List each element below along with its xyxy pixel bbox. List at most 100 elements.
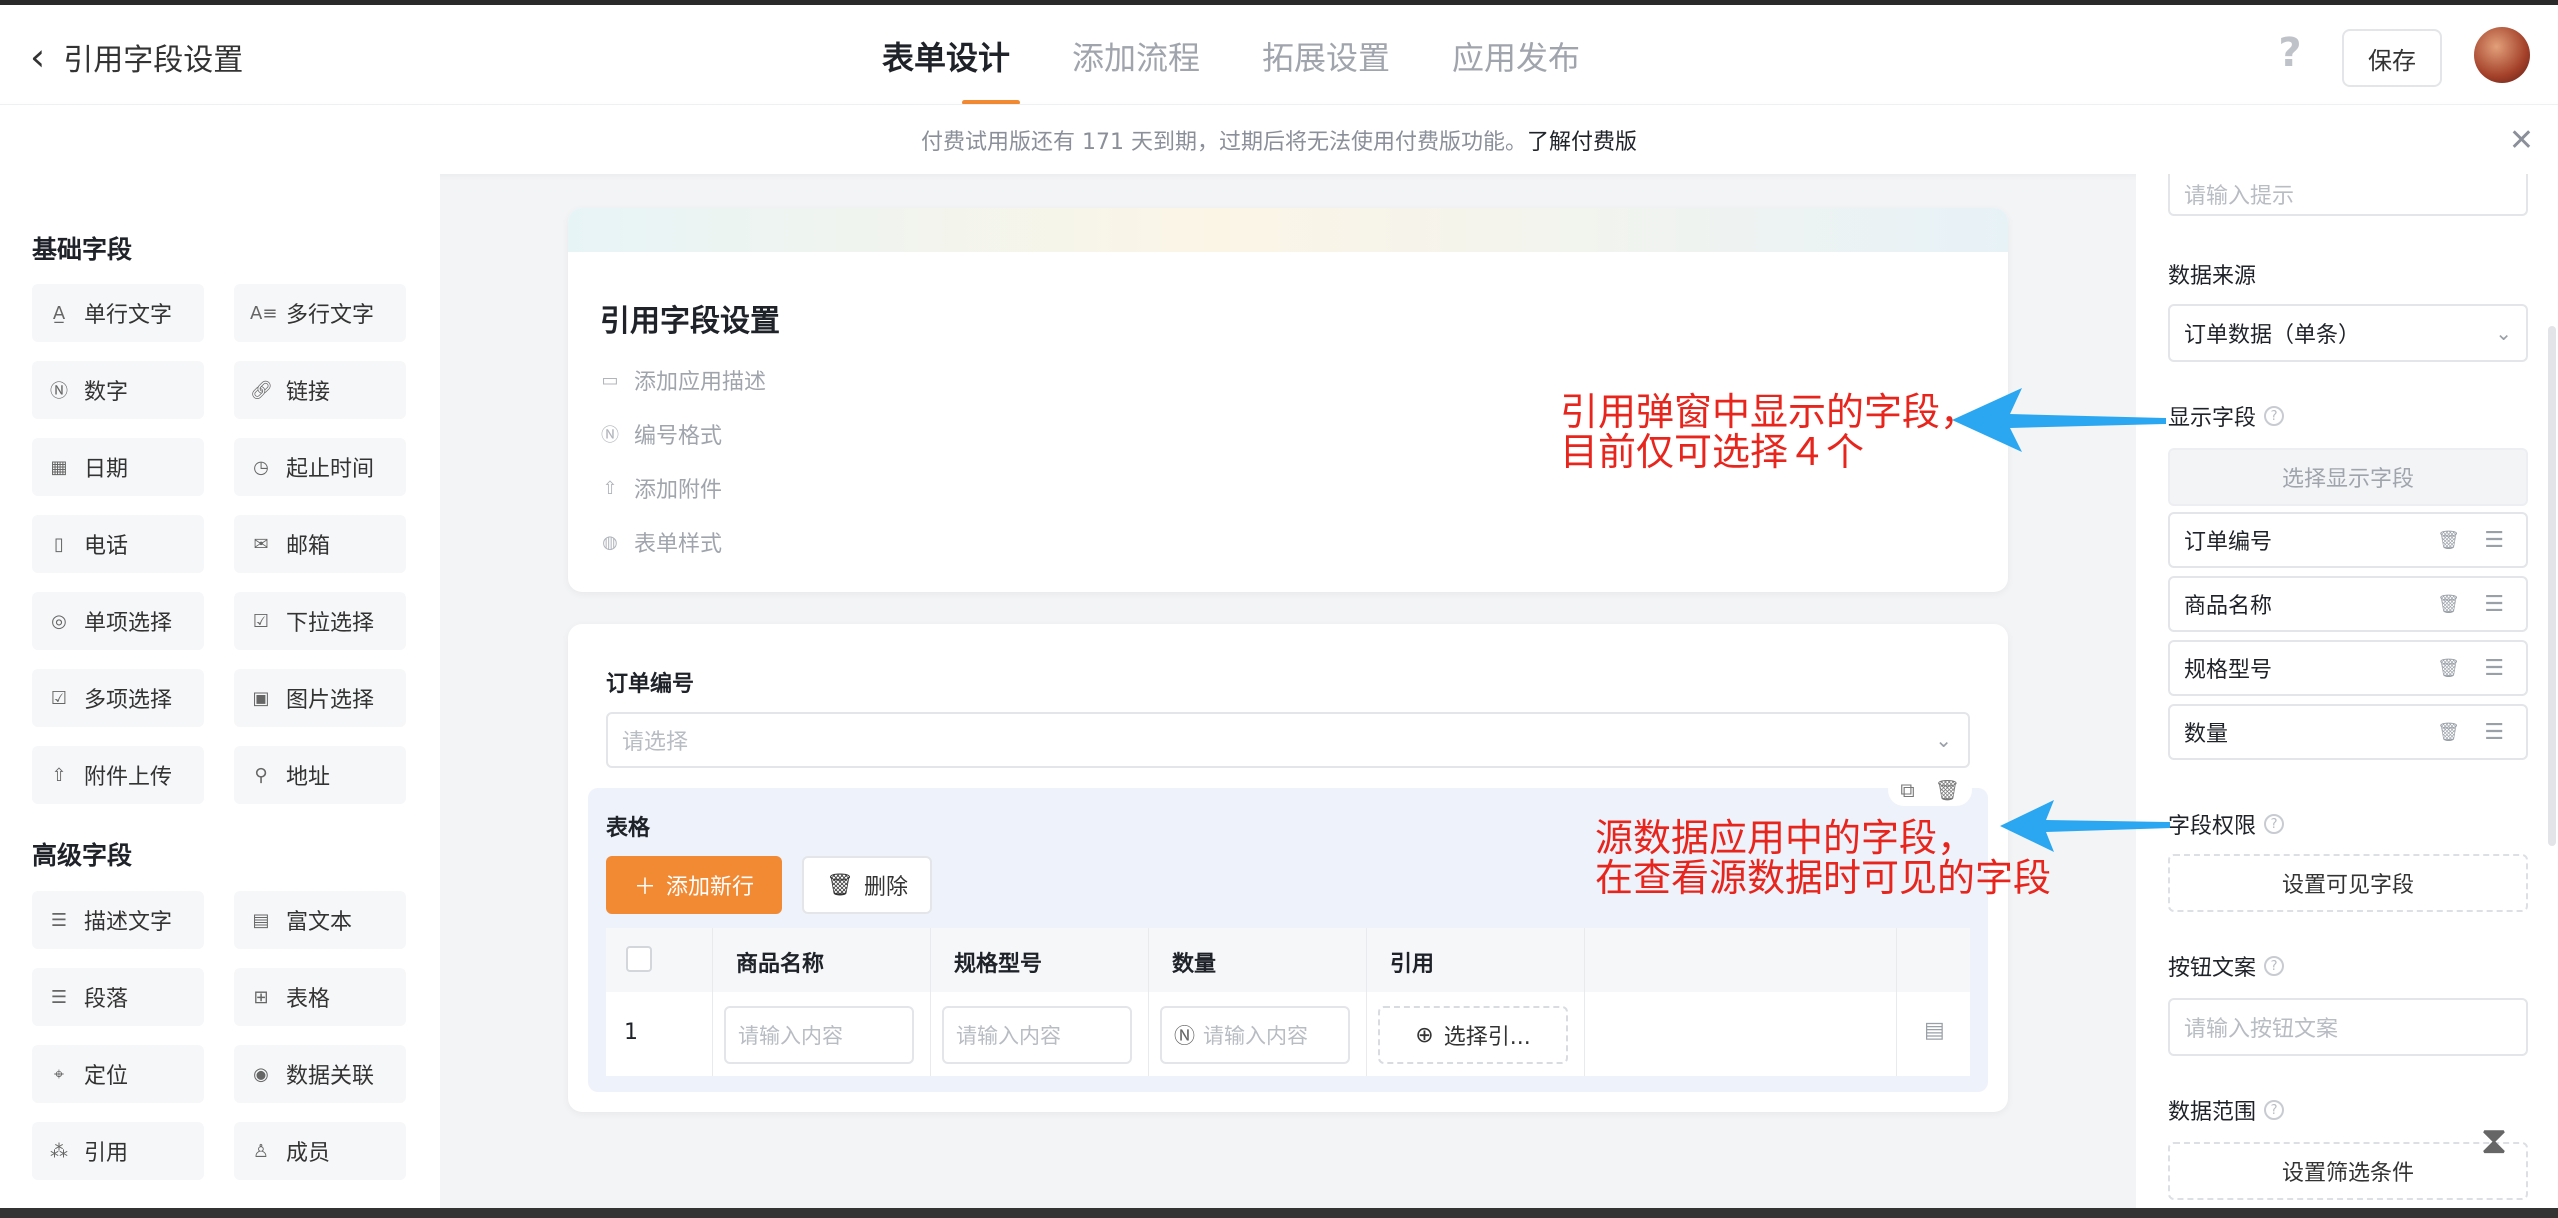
card-banner	[568, 208, 2008, 252]
drag-handle-icon[interactable]: ☰	[2484, 592, 2504, 617]
field-multi-text[interactable]: A≡ 多行文字	[234, 284, 406, 342]
column-header: 规格型号	[954, 952, 1043, 977]
help-icon[interactable]: ?	[2264, 814, 2285, 834]
field-dropdown[interactable]: ☑ 下拉选择	[234, 592, 406, 650]
chevron-down-icon: ⌄	[2495, 321, 2512, 345]
trash-icon: 🗑︎	[826, 872, 854, 898]
field-multi-choice[interactable]: ☑ 多项选择	[32, 669, 204, 727]
scrollbar[interactable]	[2548, 326, 2556, 846]
column-divider	[1896, 928, 1897, 1076]
number-icon: Ⓝ	[50, 381, 68, 402]
field-member[interactable]: ♙ 成员	[234, 1122, 406, 1180]
field-mail[interactable]: ✉ 邮箱	[234, 515, 406, 573]
learn-paid-link[interactable]: 了解付费版	[1527, 124, 1637, 156]
form-style-option[interactable]: ◍ 表单样式	[600, 526, 722, 558]
plus-circle-icon: ⊕	[1415, 1022, 1434, 1048]
product-name-input[interactable]: 请输入内容	[724, 1006, 914, 1064]
table-tools: ⧉ 🗑︎	[1888, 774, 1972, 806]
data-source-select[interactable]: 订单数据（单条） ⌄	[2168, 304, 2528, 362]
help-icon[interactable]: ?	[2264, 956, 2285, 976]
field-image-choice[interactable]: ▣ 图片选择	[234, 669, 406, 727]
display-field-item: 数量 🗑︎ ☰	[2168, 704, 2528, 760]
field-time-range[interactable]: ◷ 起止时间	[234, 438, 406, 496]
trash-icon[interactable]: 🗑︎	[2437, 594, 2460, 615]
order-number-select[interactable]: 请选择 ⌄	[606, 712, 1970, 768]
annotation-display-fields: 引用弹窗中显示的字段， 目前仅可选择４个	[1560, 390, 1979, 474]
tab-add-flow[interactable]: 添加流程	[1072, 33, 1200, 105]
main-tabs: 表单设计 添加流程 拓展设置 应用发布	[882, 33, 1580, 105]
button-text-input[interactable]: 请输入按钮文案	[2168, 998, 2528, 1056]
back-button[interactable]: ‹ 引用字段设置	[30, 35, 243, 79]
field-data-link[interactable]: ◉ 数据关联	[234, 1045, 406, 1103]
delete-row-button[interactable]: 🗑︎ 删除	[802, 856, 932, 914]
chevron-left-icon: ‹	[30, 35, 46, 79]
paragraph-icon: ☰	[50, 986, 68, 1008]
trial-banner-text: 付费试用版还有 171 天到期，过期后将无法使用付费版功能。	[921, 129, 1527, 155]
help-icon[interactable]: ?	[2264, 1100, 2285, 1120]
trash-icon[interactable]: 🗑︎	[1935, 778, 1960, 802]
tab-form-design[interactable]: 表单设计	[882, 33, 1021, 105]
field-paragraph[interactable]: ☰ 段落	[32, 968, 204, 1026]
trash-icon[interactable]: 🗑︎	[2437, 722, 2460, 743]
save-button[interactable]: 保存	[2342, 29, 2442, 87]
radio-icon: ◎	[51, 610, 67, 632]
comment-icon: ▭	[601, 369, 619, 391]
arrow-icon	[1952, 388, 2166, 452]
data-table: 商品名称 规格型号 数量 引用 1 请输入内容 请输入内容 Ⓝ 请输入内容 ⊕ 选择…	[606, 928, 1970, 1076]
column-divider	[1366, 928, 1367, 1076]
annotation-field-permission: 源数据应用中的字段， 在查看源数据时可见的字段	[1595, 816, 2052, 900]
field-date[interactable]: ▦ 日期	[32, 438, 204, 496]
add-description-option[interactable]: ▭ 添加应用描述	[600, 364, 766, 396]
field-reference[interactable]: ⁂ 引用	[32, 1122, 204, 1180]
drag-handle-icon[interactable]: ☰	[2484, 528, 2504, 553]
set-visible-fields-button[interactable]: 设置可见字段	[2168, 854, 2528, 912]
column-header: 商品名称	[736, 952, 825, 977]
close-icon[interactable]: ✕	[2509, 123, 2534, 158]
dock-edge	[0, 1208, 2558, 1218]
field-location[interactable]: ⌖ 定位	[32, 1045, 204, 1103]
text-icon: A̲	[52, 302, 66, 324]
field-single-text[interactable]: A̲ 单行文字	[32, 284, 204, 342]
row-index: 1	[624, 1020, 638, 1045]
field-single-choice[interactable]: ◎ 单项选择	[32, 592, 204, 650]
calendar-icon: ▦	[50, 456, 68, 478]
checkbox-icon: ☑	[50, 687, 68, 709]
form-title[interactable]: 引用字段设置	[600, 296, 780, 340]
tab-extend-settings[interactable]: 拓展设置	[1262, 33, 1390, 105]
trash-icon[interactable]: 🗑︎	[2437, 658, 2460, 679]
field-number[interactable]: Ⓝ 数字	[32, 361, 204, 419]
field-table[interactable]: ⊞ 表格	[234, 968, 406, 1026]
field-description[interactable]: ☰ 描述文字	[32, 891, 204, 949]
select-display-fields-button[interactable]: 选择显示字段	[2168, 448, 2528, 506]
data-source-label: 数据来源	[2168, 264, 2257, 289]
chevron-down-icon: ⌄	[1935, 728, 1952, 752]
field-address[interactable]: ⚲ 地址	[234, 746, 406, 804]
field-link[interactable]: 🔗︎ 链接	[234, 361, 406, 419]
tab-publish[interactable]: 应用发布	[1452, 33, 1580, 105]
help-icon[interactable]: ?	[2272, 33, 2308, 73]
advanced-fields-title: 高级字段	[32, 841, 133, 870]
table-label: 表格	[606, 816, 651, 841]
add-attachment-option[interactable]: ⇧ 添加附件	[600, 472, 722, 504]
hourglass-icon[interactable]: ⧗	[2474, 1118, 2514, 1168]
help-icon[interactable]: ?	[2264, 406, 2285, 426]
field-richtext[interactable]: ▤ 富文本	[234, 891, 406, 949]
select-all-checkbox[interactable]	[626, 946, 652, 972]
upload-icon: ⇧	[51, 764, 67, 786]
location-icon: ⌖	[53, 1063, 65, 1085]
display-field-item: 订单编号 🗑︎ ☰	[2168, 512, 2528, 568]
spec-model-input[interactable]: 请输入内容	[942, 1006, 1132, 1064]
hint-input[interactable]: 请输入提示	[2168, 174, 2528, 216]
quantity-input[interactable]: Ⓝ 请输入内容	[1160, 1006, 1350, 1064]
number-format-option[interactable]: Ⓝ 编号格式	[600, 418, 722, 450]
copy-icon[interactable]: ⧉	[1900, 778, 1914, 802]
row-detail-icon[interactable]: ▤	[1924, 1018, 1945, 1043]
drag-handle-icon[interactable]: ☰	[2484, 720, 2504, 745]
select-reference-button[interactable]: ⊕ 选择引...	[1378, 1006, 1568, 1064]
add-row-button[interactable]: ＋添加新行	[606, 856, 782, 914]
trash-icon[interactable]: 🗑︎	[2437, 530, 2460, 551]
field-phone[interactable]: ▯ 电话	[32, 515, 204, 573]
avatar[interactable]	[2474, 27, 2530, 83]
drag-handle-icon[interactable]: ☰	[2484, 656, 2504, 681]
field-upload[interactable]: ⇧ 附件上传	[32, 746, 204, 804]
